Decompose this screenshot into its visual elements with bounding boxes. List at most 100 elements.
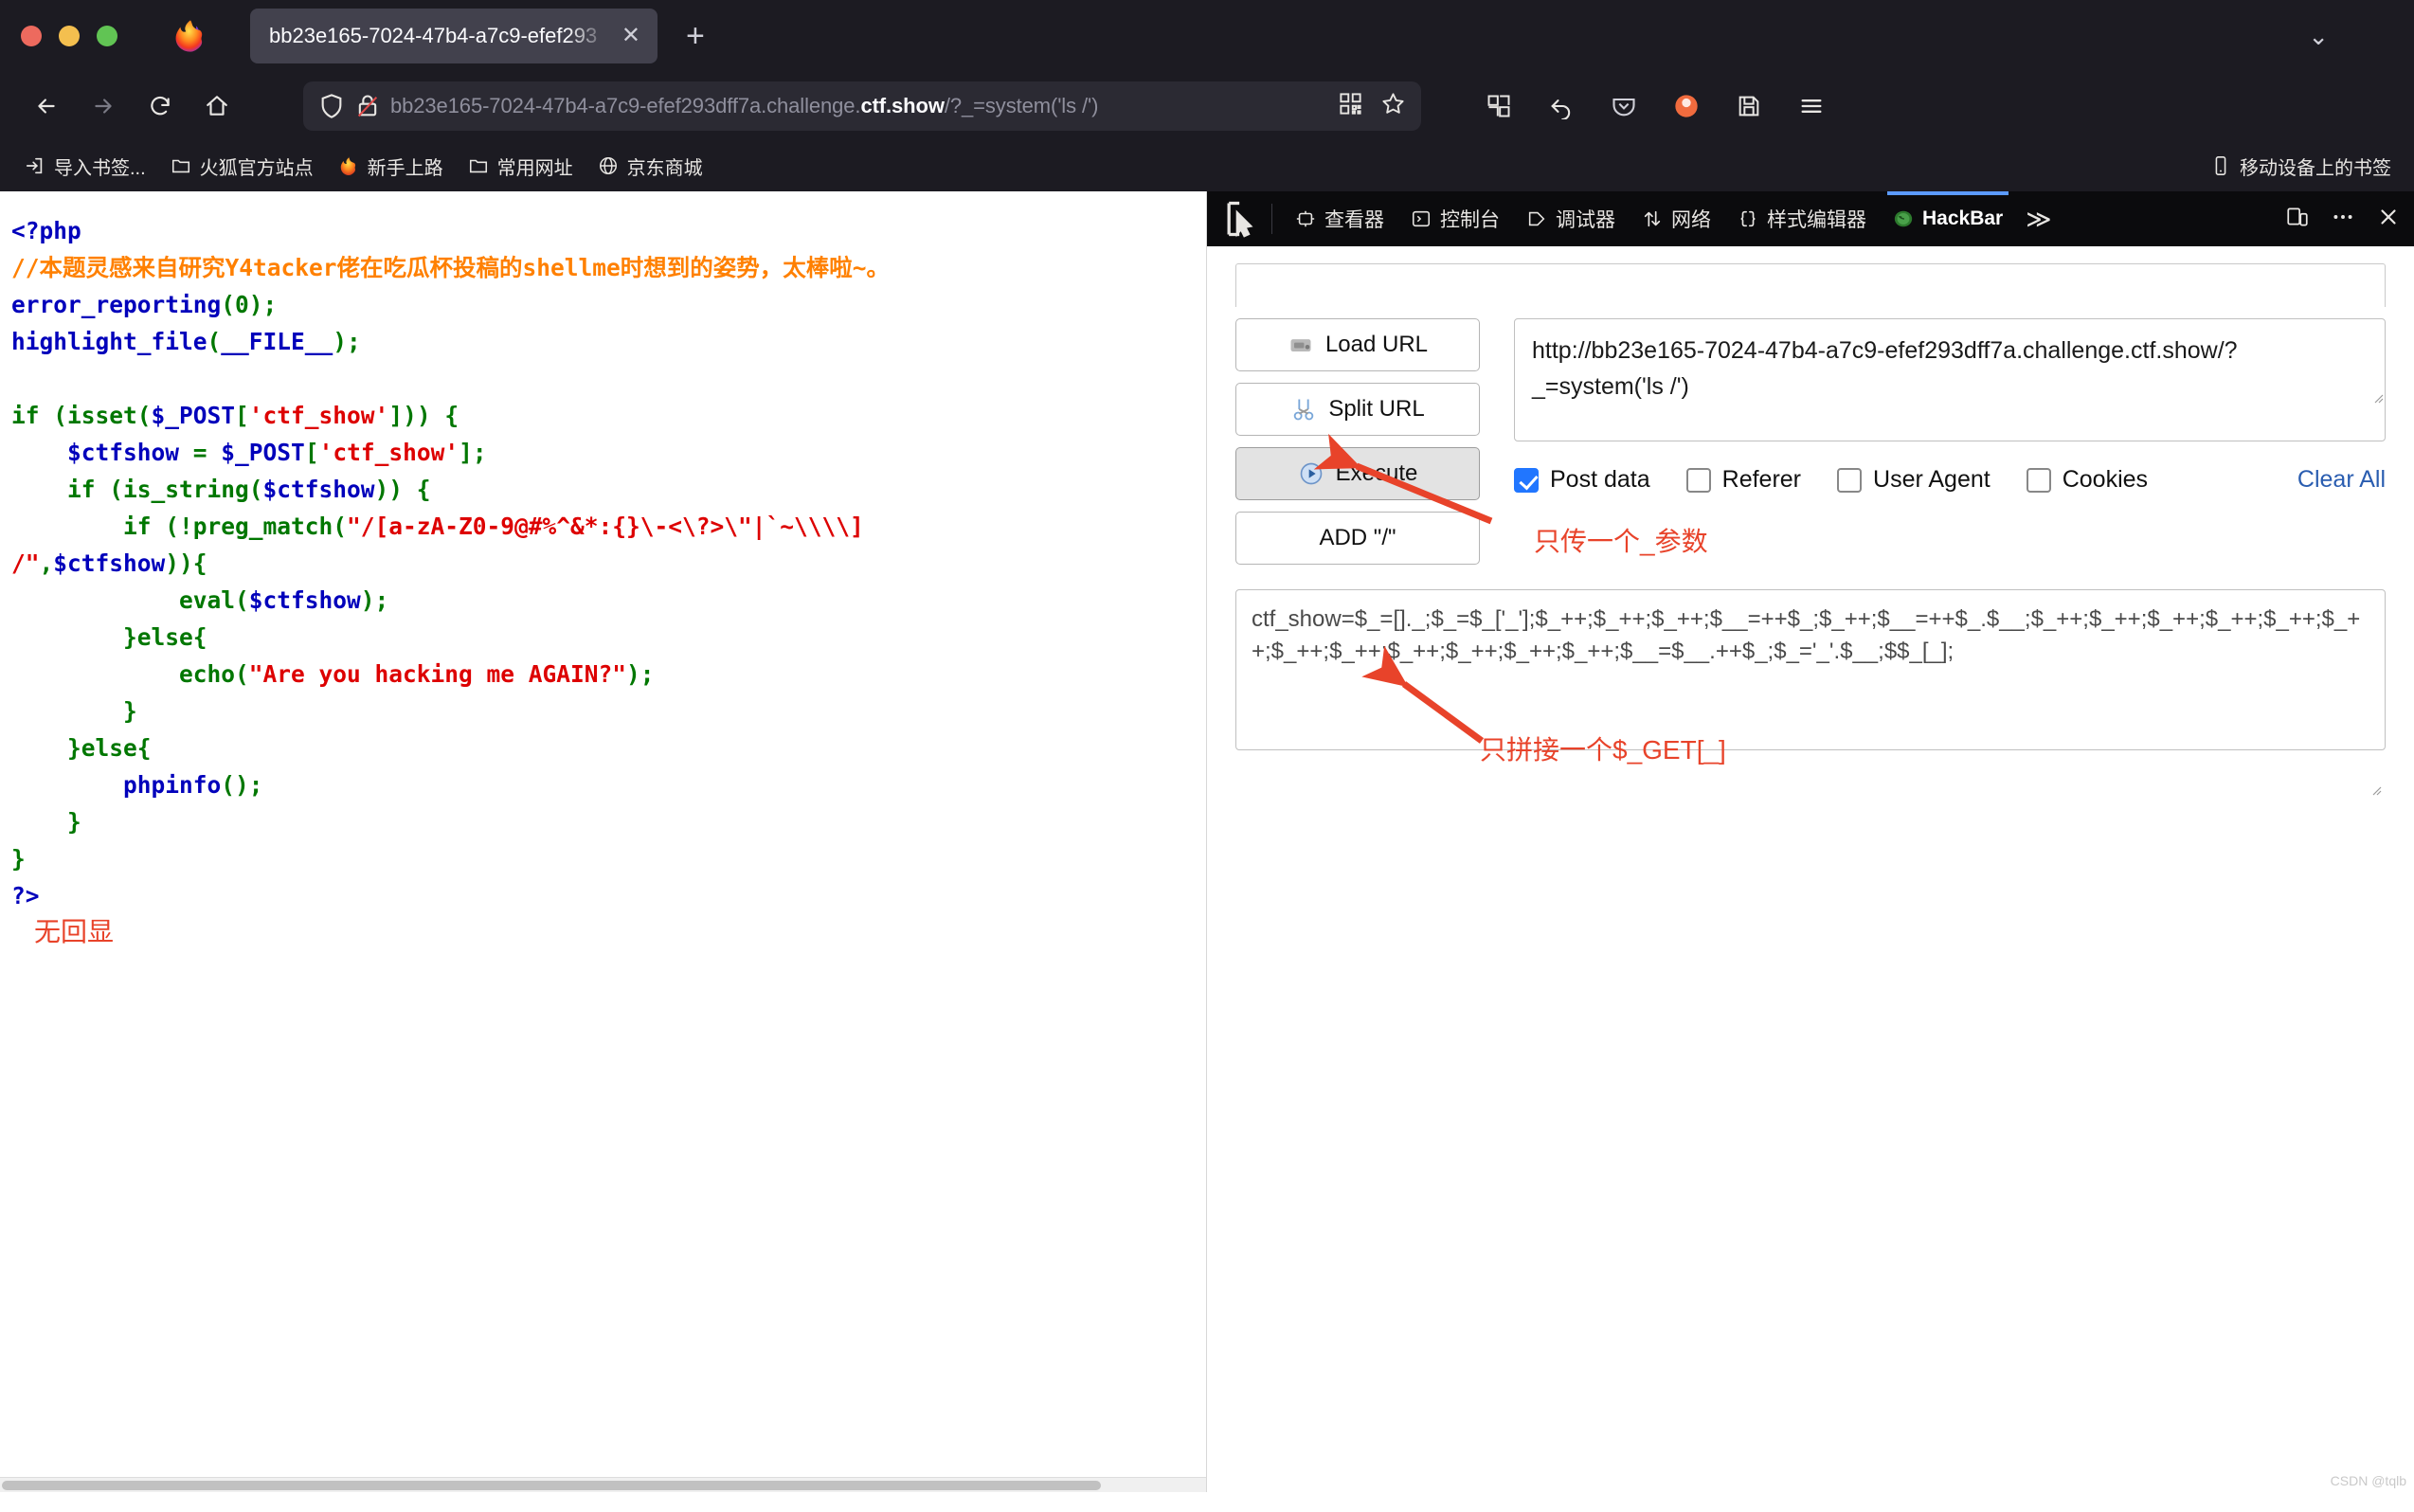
annotation-single-get: 只拼接一个$_GET[_] [1480, 735, 1726, 765]
reload-button[interactable] [138, 84, 182, 128]
toolbar-divider [1271, 204, 1272, 234]
tab-label: 控制台 [1440, 209, 1500, 231]
code-token: )){ [165, 549, 207, 577]
code-line: //本题灵感来自研究Y4tacker佬在吃瓜杯投稿的shellme时想到的姿势，… [11, 249, 1206, 286]
devtools-toolbar-actions [2285, 205, 2401, 234]
button-label: Load URL [1324, 332, 1429, 357]
checkbox-label: User Agent [1873, 466, 1991, 493]
devtools-toolbar: 查看器 控制台 调试器 网络 样式编辑器 HackBar ≫ [1207, 191, 2414, 246]
load-url-button[interactable]: Load URL [1235, 318, 1480, 371]
bookmark-import[interactable]: 导入书签... [25, 153, 146, 180]
tab-hackbar[interactable]: HackBar [1880, 191, 2016, 246]
url-text[interactable]: bb23e165-7024-47b4-a7c9-efef293dff7a.cha… [390, 94, 1338, 118]
add-slash-button[interactable]: ADD "/" [1235, 512, 1480, 565]
web-page-content: <?php //本题灵感来自研究Y4tacker佬在吃瓜杯投稿的shellme时想… [0, 191, 1207, 1492]
bookmark-jd-mall[interactable]: 京东商城 [598, 153, 703, 180]
browser-tab[interactable]: bb23e165-7024-47b4-a7c9-efef293 ✕ [250, 9, 658, 63]
post-data-checkbox[interactable]: Post data [1514, 466, 1650, 494]
minimize-window-button[interactable] [59, 26, 80, 46]
code-token: //本题灵感来自研究Y4tacker佬在吃瓜杯投稿的shellme时想到的姿势，… [11, 254, 891, 281]
resize-grip-icon[interactable] [2370, 390, 2384, 404]
responsive-design-mode-icon[interactable] [2285, 205, 2310, 234]
code-line: if (isset($_POST['ctf_show'])) { [11, 397, 1206, 434]
checkbox-box[interactable] [1685, 467, 1711, 493]
checkbox-label: Referer [1721, 466, 1802, 493]
home-button[interactable] [195, 84, 239, 128]
hackbar-panel: Load URL Split URL Execute ADD "/" http:… [1207, 246, 2414, 1492]
forward-button[interactable] [81, 84, 125, 128]
pocket-icon[interactable] [1607, 89, 1641, 123]
meatball-menu-icon[interactable] [2331, 205, 2355, 234]
browser-chrome: bb23e165-7024-47b4-a7c9-efef293 ✕ + ⌄ bb… [0, 0, 2414, 191]
bookmark-getting-started[interactable]: 新手上路 [338, 153, 443, 180]
clear-all-link[interactable]: Clear All [2297, 466, 2386, 494]
element-picker-icon[interactable] [1220, 198, 1262, 240]
back-button[interactable] [25, 84, 68, 128]
code-token: ); [333, 328, 361, 355]
undo-arrow-icon[interactable] [1544, 89, 1578, 123]
firefox-logo-icon [172, 18, 208, 54]
hackbar-icon [1894, 210, 1913, 227]
code-token: eval( [11, 586, 249, 614]
code-line: $ctfshow = $_POST['ctf_show']; [11, 434, 1206, 471]
extension-puzzle-icon[interactable] [1482, 89, 1516, 123]
bookmark-mobile-bookmarks[interactable]: 移动设备上的书签 [2210, 153, 2391, 180]
maximize-window-button[interactable] [97, 26, 117, 46]
shield-icon[interactable] [318, 93, 345, 119]
checkbox-label: Post data [1550, 466, 1650, 493]
code-line: }else{ [11, 729, 1206, 766]
bookmark-label: 新手上路 [367, 157, 443, 179]
referer-checkbox[interactable]: Referer [1685, 466, 1802, 494]
close-devtools-icon[interactable] [2376, 205, 2401, 234]
qr-code-icon[interactable] [1338, 91, 1363, 121]
more-tabs-icon[interactable]: ≫ [2016, 205, 2061, 234]
scrollbar-thumb[interactable] [2, 1481, 1101, 1490]
horizontal-scrollbar[interactable] [0, 1477, 1206, 1492]
tab-style-editor[interactable]: 样式编辑器 [1724, 191, 1880, 246]
checkbox-box[interactable] [2026, 467, 2051, 493]
devtools-panel: 查看器 控制台 调试器 网络 样式编辑器 HackBar ≫ Load URL … [1207, 191, 2414, 1492]
checkbox-box[interactable] [1514, 467, 1539, 493]
code-line: } [11, 840, 1206, 877]
profile-avatar-icon[interactable] [1669, 89, 1703, 123]
bookmark-label: 移动设备上的书签 [2240, 157, 2391, 179]
address-bar[interactable]: bb23e165-7024-47b4-a7c9-efef293dff7a.cha… [303, 81, 1421, 131]
tab-console[interactable]: 控制台 [1397, 191, 1513, 246]
content-area: <?php //本题灵感来自研究Y4tacker佬在吃瓜杯投稿的shellme时想… [0, 191, 2414, 1492]
checkbox-box[interactable] [1837, 467, 1863, 493]
resize-grip-icon[interactable] [2369, 783, 2382, 796]
code-line: phpinfo(); [11, 766, 1206, 803]
code-token: ( [207, 328, 222, 355]
bookmark-label: 火狐官方站点 [199, 157, 314, 179]
user-agent-checkbox[interactable]: User Agent [1837, 466, 1991, 494]
hackbar-options-row: Post data Referer User Agent Cookies Cle… [1514, 466, 2386, 494]
bookmark-star-icon[interactable] [1380, 91, 1406, 121]
tab-debugger[interactable]: 调试器 [1513, 191, 1629, 246]
bookmark-folder-firefox-site[interactable]: 火狐官方站点 [171, 153, 314, 180]
new-tab-button[interactable]: + [686, 20, 705, 52]
bookmark-label: 常用网址 [496, 157, 573, 179]
cookies-checkbox[interactable]: Cookies [2026, 466, 2148, 494]
post-data-input[interactable]: ctf_show=$_=[]._;$_=$_['_'];$_++;$_++;$_… [1235, 589, 2386, 750]
app-menu-icon[interactable] [1794, 89, 1829, 123]
execute-button[interactable]: Execute [1235, 447, 1480, 500]
close-tab-icon[interactable]: ✕ [618, 25, 644, 47]
window-controls[interactable] [21, 26, 117, 46]
bookmark-folder-common-sites[interactable]: 常用网址 [468, 153, 573, 180]
insecure-connection-icon[interactable] [354, 93, 381, 119]
tab-inspector[interactable]: 查看器 [1282, 191, 1397, 246]
close-window-button[interactable] [21, 26, 42, 46]
tab-network[interactable]: 网络 [1629, 191, 1724, 246]
split-url-button[interactable]: Split URL [1235, 383, 1480, 436]
list-all-tabs-icon[interactable]: ⌄ [2308, 22, 2329, 51]
code-token: $ctfshow [67, 439, 180, 466]
code-token: , [39, 549, 54, 577]
code-token: $_POST [151, 402, 236, 429]
code-token: /" [11, 549, 40, 577]
button-label: ADD "/" [1319, 525, 1396, 550]
code-token: } [11, 697, 137, 725]
save-to-device-icon[interactable] [1732, 89, 1766, 123]
url-input[interactable]: http://bb23e165-7024-47b4-a7c9-efef293df… [1514, 318, 2386, 441]
url-suffix: /?_=system('ls /') [944, 94, 1099, 117]
